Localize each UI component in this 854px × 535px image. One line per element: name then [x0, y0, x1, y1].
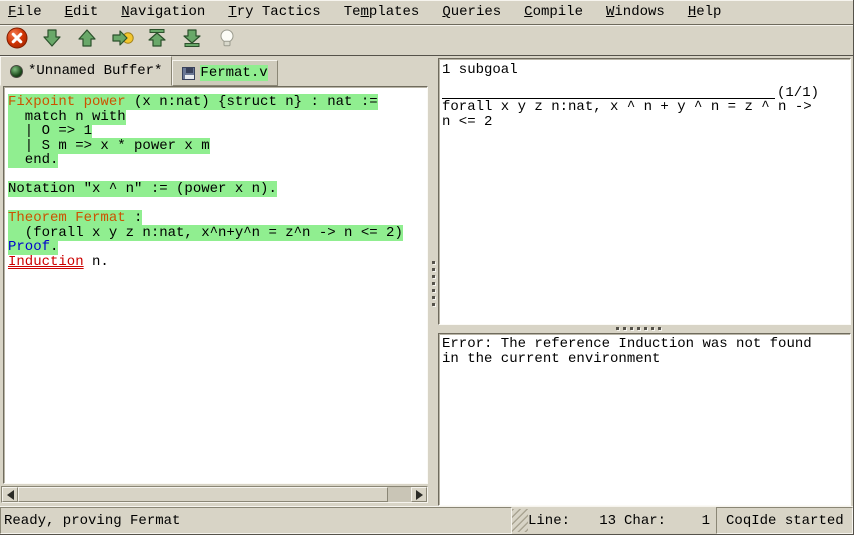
right-arrow-icon: [416, 490, 423, 500]
line-value: 13: [570, 513, 616, 529]
code-line: Induction n.: [8, 255, 427, 270]
status-bar: Ready, proving Fermat Line: 13 Char: 1 C…: [0, 506, 853, 534]
menu-try-tactics[interactable]: Try Tactics: [228, 4, 320, 20]
code-segment: Fixpoint power: [8, 94, 126, 110]
char-label: Char:: [624, 513, 666, 529]
code-line: (forall x y z n:nat, x^n+y^n = z^n -> n …: [8, 226, 427, 241]
goals-panel: 1 subgoal (1/1) forall x y z n:nat, x ^ …: [438, 58, 851, 325]
stop-button[interactable]: [5, 27, 29, 53]
code-line: | O => 1: [8, 124, 427, 139]
code-segment: | O => 1: [8, 123, 92, 139]
code-segment: n.: [84, 254, 109, 270]
go-to-cursor-icon: [111, 28, 134, 53]
scrollbar-thumb[interactable]: [18, 487, 388, 502]
menu-file[interactable]: File: [8, 4, 42, 20]
menu-queries[interactable]: Queries: [442, 4, 501, 20]
message-line: in the current environment: [442, 352, 847, 367]
code-line: end.: [8, 153, 427, 168]
code-line: Fixpoint power (x n:nat) {struct n} : na…: [8, 95, 427, 110]
step-forward-icon: [42, 28, 62, 53]
app-status: CoqIde started: [716, 507, 853, 534]
proof-pane: 1 subgoal (1/1) forall x y z n:nat, x ^ …: [438, 56, 853, 506]
splitter-grip-icon: [616, 327, 661, 330]
code-line: Notation "x ^ n" := (power x n).: [8, 182, 427, 197]
code-segment: Notation "x ^ n" := (power x n).: [8, 181, 277, 197]
code-segment: Theorem Fermat: [8, 210, 126, 226]
step-backward-icon: [77, 28, 97, 53]
code-line: Theorem Fermat :: [8, 211, 427, 226]
error-message: Error: The reference Induction was not f…: [442, 337, 847, 367]
goal-statement: forall x y z n:nat, x ^ n + y ^ n = z ^ …: [442, 100, 847, 130]
code-line: match n with: [8, 110, 427, 125]
goal-line: n <= 2: [442, 115, 847, 130]
code-line: Proof.: [8, 240, 427, 255]
scroll-right-button[interactable]: [411, 487, 427, 502]
menu-compile[interactable]: Compile: [524, 4, 583, 20]
message-line: Error: The reference Induction was not f…: [442, 337, 847, 352]
goals-messages-splitter[interactable]: [438, 325, 851, 333]
goal-line: forall x y z n:nat, x ^ n + y ^ n = z ^ …: [442, 100, 847, 115]
goal-counter: (1/1): [775, 86, 819, 100]
restart-button[interactable]: [145, 27, 169, 53]
divider-grip-icon: [432, 261, 435, 306]
stop-icon: [6, 27, 28, 54]
scrollbar-track[interactable]: [388, 487, 411, 502]
menu-windows[interactable]: Windows: [606, 4, 665, 20]
code-segment: end.: [8, 152, 58, 168]
line-char-indicator: Line: 13 Char: 1: [528, 507, 716, 534]
menu-edit[interactable]: Edit: [65, 4, 99, 20]
script-pane: *Unnamed Buffer* Fermat.v Fixpoint power …: [0, 56, 429, 506]
subgoal-count: 1 subgoal: [442, 62, 847, 79]
left-arrow-icon: [7, 490, 14, 500]
tab-label: Fermat.v: [200, 65, 267, 81]
pane-divider[interactable]: [429, 56, 438, 506]
char-value: 1: [666, 513, 710, 529]
step-forward-button[interactable]: [40, 27, 64, 53]
restart-icon: [147, 28, 167, 53]
scroll-left-button[interactable]: [2, 487, 18, 502]
horizontal-scrollbar[interactable]: [1, 486, 428, 503]
script-editor[interactable]: Fixpoint power (x n:nat) {struct n} : na…: [3, 86, 428, 484]
code-segment: (forall x y z n:nat, x^n+y^n = z^n -> n …: [8, 225, 403, 241]
menu-templates[interactable]: Templates: [344, 4, 420, 20]
lightbulb-icon: [217, 28, 237, 53]
code-line: [8, 197, 427, 212]
resize-grip-icon: [512, 509, 528, 532]
go-to-cursor-button[interactable]: [110, 27, 134, 53]
step-backward-button[interactable]: [75, 27, 99, 53]
code-segment: :: [126, 210, 143, 226]
buffer-status-icon: [10, 65, 23, 78]
code-line: | S m => x * power x m: [8, 139, 427, 154]
main-area: *Unnamed Buffer* Fermat.v Fixpoint power …: [0, 56, 853, 506]
menu-navigation[interactable]: Navigation: [121, 4, 205, 20]
code-segment: (x n:nat) {struct n} : nat :=: [126, 94, 378, 110]
horizontal-scrollbar-wrap: [0, 484, 429, 506]
floppy-disk-icon: [182, 67, 195, 80]
toolbar: [0, 25, 853, 56]
messages-panel: Error: The reference Induction was not f…: [438, 333, 851, 506]
goal-separator: (1/1): [442, 79, 847, 100]
go-to-end-icon: [182, 28, 202, 53]
menu-bar: File Edit Navigation Try Tactics Templates Qu…: [0, 0, 853, 25]
line-label: Line:: [528, 513, 570, 529]
buffer-tab-bar: *Unnamed Buffer* Fermat.v: [0, 56, 429, 86]
tab-unnamed-buffer[interactable]: *Unnamed Buffer*: [0, 56, 172, 86]
coqide-window: File Edit Navigation Try Tactics Templates Qu…: [0, 0, 854, 535]
about-button[interactable]: [215, 27, 239, 53]
tab-fermat-v[interactable]: Fermat.v: [172, 60, 277, 86]
code-line: [8, 168, 427, 183]
menu-help[interactable]: Help: [688, 4, 722, 20]
go-to-end-button[interactable]: [180, 27, 204, 53]
status-message: Ready, proving Fermat: [0, 507, 512, 534]
tab-label: *Unnamed Buffer*: [28, 63, 162, 79]
code-segment: Induction: [8, 254, 84, 270]
